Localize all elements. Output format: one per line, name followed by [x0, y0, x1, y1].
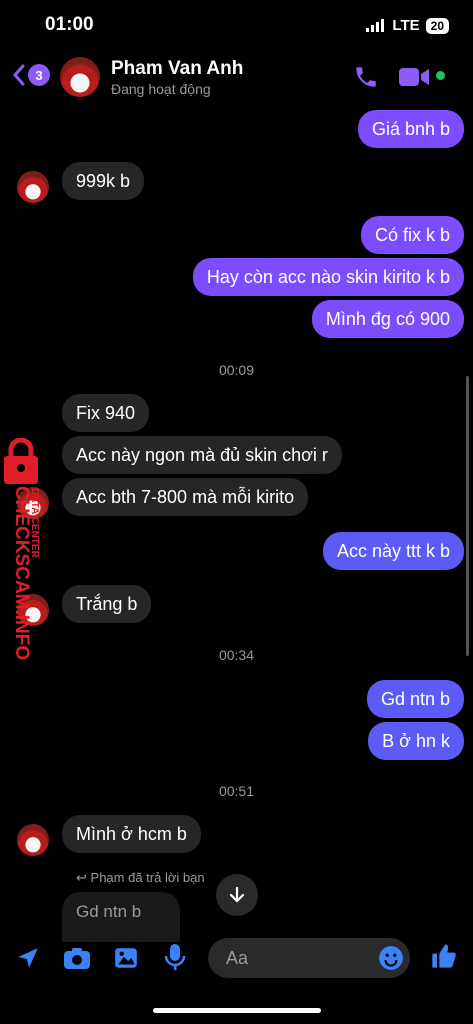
- message-incoming[interactable]: Acc bth 7-800 mà mỗi kirito: [62, 478, 309, 516]
- gallery-icon[interactable]: [113, 945, 139, 971]
- timestamp: 00:34: [218, 647, 255, 663]
- back-button[interactable]: 3: [12, 64, 50, 86]
- online-indicator: [436, 71, 445, 80]
- message-outgoing[interactable]: Giá bnh b: [357, 110, 464, 148]
- reply-note: ↩ Phạm đã trả lời bạn: [76, 870, 205, 886]
- message-input-placeholder: Aa: [226, 948, 249, 968]
- message-incoming[interactable]: 999k b: [62, 162, 145, 200]
- contact-name[interactable]: Pham Van Anh: [111, 58, 243, 80]
- send-location-icon[interactable]: [15, 945, 41, 971]
- message-incoming[interactable]: Acc này ngon mà đủ skin chơi r: [62, 436, 342, 474]
- timestamp: 00:09: [218, 362, 255, 378]
- reply-note-text: Phạm đã trả lời bạn: [90, 870, 205, 885]
- message-incoming[interactable]: Mình ở hcm b: [62, 815, 201, 853]
- network-label: LTE: [392, 17, 420, 34]
- status-time: 01:00: [45, 14, 94, 35]
- message-outgoing[interactable]: B ở hn k: [368, 722, 464, 760]
- scrollbar[interactable]: [466, 376, 469, 656]
- timestamp: 00:51: [218, 783, 255, 799]
- quoted-message[interactable]: Gd ntn b: [62, 892, 180, 942]
- reply-icon: ↩: [76, 870, 87, 885]
- chevron-left-icon: [12, 64, 25, 86]
- phone-icon[interactable]: [353, 64, 379, 90]
- message-outgoing[interactable]: Mình đg có 900: [311, 300, 464, 338]
- watermark-sub: DATA CENTER: [29, 488, 40, 559]
- camera-icon[interactable]: [63, 945, 91, 971]
- message-outgoing[interactable]: Acc này ttt k b: [322, 532, 464, 570]
- lock-icon: CHECKSCAM.INFO DATA CENTER: [4, 437, 40, 660]
- home-indicator: [153, 1008, 321, 1013]
- battery-icon: 20: [425, 17, 449, 34]
- video-call-icon[interactable]: [399, 66, 431, 88]
- like-icon[interactable]: [430, 942, 458, 970]
- message-incoming[interactable]: Fix 940: [62, 394, 150, 432]
- message-avatar: [17, 171, 49, 203]
- watermark-brand: CHECKSCAM.INFO: [11, 486, 32, 660]
- microphone-icon[interactable]: [164, 943, 186, 971]
- message-avatar: [17, 824, 49, 856]
- message-outgoing[interactable]: Hay còn acc nào skin kirito k b: [192, 258, 464, 296]
- scroll-down-button[interactable]: [216, 874, 258, 916]
- signal-icon: [366, 19, 385, 32]
- contact-avatar[interactable]: [60, 57, 100, 97]
- message-outgoing[interactable]: Gd ntn b: [366, 680, 464, 718]
- arrow-down-icon: [229, 886, 245, 903]
- emoji-icon[interactable]: [378, 945, 404, 971]
- message-incoming[interactable]: Trắng b: [62, 585, 152, 623]
- unread-badge: 3: [28, 64, 50, 86]
- status-icons: LTE 20: [366, 17, 449, 34]
- active-status: Đang hoạt động: [111, 81, 211, 97]
- message-outgoing[interactable]: Có fix k b: [360, 216, 464, 254]
- watermark: CHECKSCAM.INFO DATA CENTER: [2, 437, 50, 673]
